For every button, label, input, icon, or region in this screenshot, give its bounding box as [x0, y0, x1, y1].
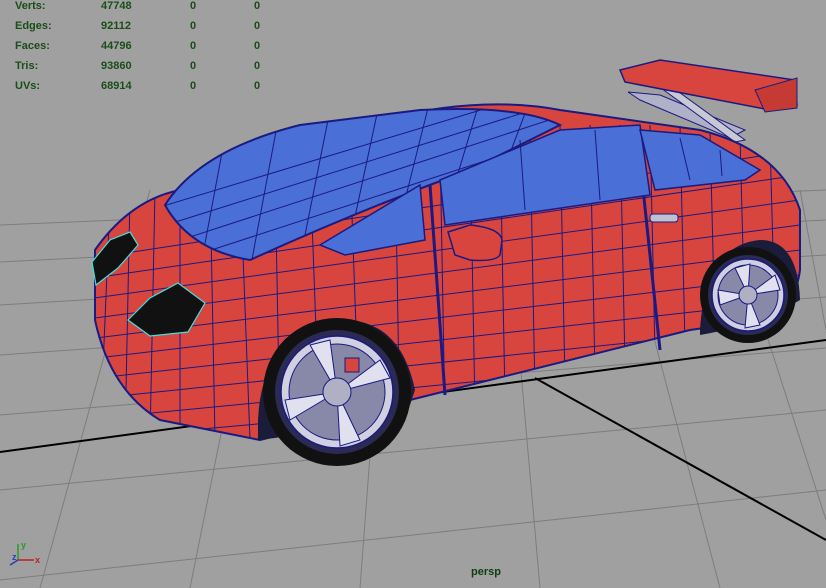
hud-value-selected: 0	[190, 60, 197, 72]
door-handle	[649, 213, 679, 223]
hud-value-total: 44796	[101, 40, 132, 52]
axis-label-y: y	[21, 540, 27, 550]
hud-label: Tris:	[15, 60, 39, 72]
axis-label-z: z	[12, 552, 17, 562]
maya-perspective-viewport[interactable]: Verts: 47748 0 0 Edges: 92112 0 0 Faces:…	[0, 0, 826, 588]
hud-value-extra: 0	[254, 20, 261, 32]
hud-value-total: 47748	[101, 0, 132, 12]
hud-label: Faces:	[15, 40, 50, 52]
hud-label: Edges:	[15, 20, 52, 32]
hud-value-total: 93860	[101, 60, 132, 72]
hud-value-extra: 0	[254, 0, 261, 12]
camera-name-label: persp	[471, 566, 501, 578]
rear-wheel	[700, 247, 796, 343]
hud-label: Verts:	[15, 0, 46, 12]
hud-value-selected: 0	[190, 80, 197, 92]
axis-label-x: x	[35, 555, 41, 565]
view-axis-gizmo: z y x	[4, 538, 44, 568]
side-mirror	[447, 224, 503, 262]
hud-label: UVs:	[15, 80, 41, 92]
hud-value-total: 68914	[101, 80, 132, 92]
front-wheel	[263, 318, 411, 466]
hud-value-extra: 0	[254, 40, 261, 52]
hud-value-selected: 0	[190, 20, 197, 32]
hud-value-selected: 0	[190, 40, 197, 52]
hud-value-total: 92112	[101, 20, 131, 32]
hud-value-selected: 0	[190, 0, 197, 12]
hud-value-extra: 0	[254, 60, 261, 72]
hud-value-extra: 0	[254, 80, 261, 92]
